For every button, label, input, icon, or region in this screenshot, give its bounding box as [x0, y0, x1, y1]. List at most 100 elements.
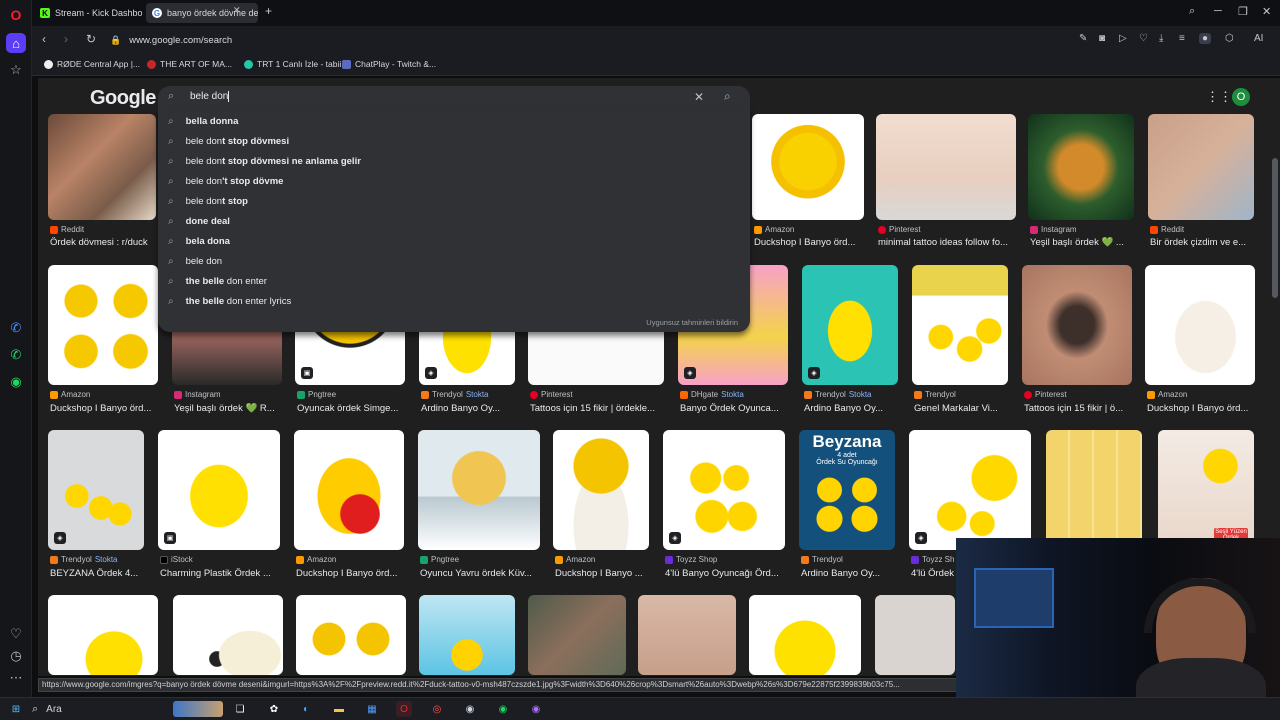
windows-start-icon[interactable]: ⊞ — [8, 701, 24, 717]
app-taskbar-icon[interactable]: ◉ — [528, 701, 544, 717]
result-thumbnail[interactable]: ◈ — [802, 265, 898, 385]
suggestion-item[interactable]: ⌕ bele dont stop dövmesi — [168, 131, 289, 151]
result-thumbnail[interactable]: ◈ — [909, 430, 1031, 550]
edge-icon[interactable]: ◐ — [298, 701, 314, 717]
star-icon[interactable]: ☆ — [6, 60, 26, 80]
clear-search-icon[interactable]: ✕ — [694, 90, 704, 104]
suggestion-item[interactable]: ⌕ bela dona — [168, 231, 230, 251]
store-icon[interactable]: ▦ — [364, 701, 380, 717]
spotify-taskbar-icon[interactable]: ◉ — [495, 701, 511, 717]
result-thumbnail[interactable] — [48, 265, 158, 385]
suggestion-item[interactable]: ⌕ bele don't stop dövme — [168, 171, 283, 191]
result-thumbnail[interactable] — [296, 595, 406, 675]
image-result[interactable] — [173, 595, 283, 675]
result-thumbnail[interactable] — [419, 595, 515, 675]
opera-taskbar-icon[interactable]: O — [396, 701, 412, 717]
result-thumbnail[interactable] — [1145, 265, 1255, 385]
image-result[interactable]: Reddit Bir ördek çizdim ve e... — [1148, 114, 1254, 254]
result-thumbnail[interactable] — [749, 595, 861, 675]
suggestion-item[interactable]: ⌕ bele don — [168, 251, 222, 271]
result-thumbnail[interactable] — [418, 430, 540, 550]
aria-ai-icon[interactable]: AI — [1254, 33, 1263, 44]
account-avatar[interactable]: O — [1232, 88, 1250, 106]
result-thumbnail[interactable] — [875, 595, 955, 675]
image-result[interactable]: Amazon Duckshop I Banyo örd... — [752, 114, 864, 254]
image-result[interactable]: Pinterest minimal tattoo ideas follow fo… — [876, 114, 1016, 254]
result-caption[interactable]: Banyo Ördek Oyunca... — [680, 403, 790, 414]
search-submit-icon[interactable]: ⌕ — [724, 89, 731, 104]
image-result[interactable]: ▣ iStock Charming Plastik Ördek ... — [158, 430, 280, 580]
image-result[interactable] — [749, 595, 861, 675]
result-thumbnail[interactable] — [638, 595, 736, 675]
steam-icon[interactable]: ◉ — [462, 701, 478, 717]
result-thumbnail[interactable] — [1148, 114, 1254, 220]
file-explorer-icon[interactable]: ▬ — [331, 701, 347, 717]
menu-icon[interactable]: ≡ — [1179, 33, 1185, 44]
heart-icon[interactable]: ♡ — [1139, 33, 1148, 44]
result-caption[interactable]: Yeşil başlı ördek 💚 ... — [1030, 237, 1136, 248]
image-result[interactable]: Amazon Duckshop I Banyo örd... — [294, 430, 404, 580]
result-caption[interactable]: Tattoos için 15 fikir | ördekle... — [530, 403, 666, 414]
taskbar-search[interactable]: ⌕ Ara — [32, 701, 172, 718]
minimize-icon[interactable]: ─ — [1214, 5, 1222, 17]
suggestion-item[interactable]: ⌕ the belle don enter lyrics — [168, 291, 291, 311]
result-caption[interactable]: Duckshop I Banyo örd... — [754, 237, 866, 248]
result-thumbnail[interactable] — [48, 595, 158, 675]
google-logo[interactable]: Google — [90, 87, 156, 110]
result-caption[interactable]: Duckshop I Banyo örd... — [296, 568, 406, 579]
back-icon[interactable]: ‹ — [42, 32, 46, 46]
bookmark-rode[interactable]: RØDE Central App |... — [44, 59, 140, 69]
result-caption[interactable]: Ardino Banyo Oy... — [804, 403, 900, 414]
image-result[interactable]: Reddit Ördek dövmesi : r/duck — [48, 114, 156, 254]
profile-icon[interactable]: ● — [1199, 33, 1212, 44]
image-result[interactable]: Amazon Duckshop I Banyo örd... — [48, 265, 158, 415]
result-caption[interactable]: Duckshop I Banyo ... — [555, 568, 651, 579]
result-caption[interactable]: Tattoos için 15 fikir | ö... — [1024, 403, 1134, 414]
image-result[interactable]: ◈ Trendyol Stokta Ardino Banyo Oy... — [802, 265, 898, 415]
edit-icon[interactable]: ✎ — [1079, 33, 1087, 44]
play-icon[interactable]: ▷ — [1119, 33, 1127, 44]
result-thumbnail[interactable] — [912, 265, 1008, 385]
history-icon[interactable]: ◷ — [6, 646, 26, 666]
messenger-icon[interactable]: ✆ — [6, 318, 26, 338]
report-predictions-link[interactable]: Uygunsuz tahminleri bildirin — [646, 318, 738, 327]
new-tab-icon[interactable]: + — [265, 4, 272, 18]
result-caption[interactable]: Ardino Banyo Oy... — [421, 403, 517, 414]
search-tabs-icon[interactable]: ⌕ — [1189, 5, 1195, 18]
image-result[interactable] — [638, 595, 736, 675]
image-result[interactable]: Trendyol Genel Markalar Vi... — [912, 265, 1008, 415]
result-thumbnail[interactable] — [876, 114, 1016, 220]
result-thumbnail[interactable] — [1028, 114, 1134, 220]
copilot-icon[interactable]: ✿ — [266, 701, 282, 717]
result-caption[interactable]: minimal tattoo ideas follow fo... — [878, 237, 1018, 248]
result-caption[interactable]: Genel Markalar Vi... — [914, 403, 1010, 414]
maximize-icon[interactable]: ❐ — [1238, 5, 1248, 18]
result-thumbnail[interactable] — [294, 430, 404, 550]
image-result[interactable] — [419, 595, 515, 675]
close-window-icon[interactable]: ✕ — [1262, 5, 1271, 18]
suggestion-item[interactable]: ⌕ bella donna — [168, 111, 238, 131]
more-icon[interactable]: ⋯ — [6, 668, 26, 688]
result-caption[interactable]: Charming Plastik Ördek ... — [160, 568, 282, 579]
suggestion-item[interactable]: ⌕ the belle don enter — [168, 271, 267, 291]
result-caption[interactable]: Oyuncu Yavru ördek Küv... — [420, 568, 542, 579]
search-input[interactable]: ⌕ bele don ✕ ⌕ — [158, 86, 750, 108]
result-thumbnail[interactable] — [173, 595, 283, 675]
tab-kick-dashboard[interactable]: K Stream - Kick Dashboard — [34, 3, 142, 23]
forward-icon[interactable]: › — [64, 32, 68, 46]
image-result[interactable] — [875, 595, 955, 675]
result-caption[interactable]: Yeşil başlı ördek 💚 R... — [174, 403, 284, 414]
result-thumbnail[interactable]: ▣ — [158, 430, 280, 550]
address-bar[interactable]: 🔒 www.google.com/search — [110, 30, 1210, 50]
camera-icon[interactable]: ◙ — [1099, 33, 1105, 44]
result-caption[interactable]: Ördek dövmesi : r/duck — [50, 237, 158, 248]
result-caption[interactable]: 4'lü Banyo Oyuncağı Örd... — [665, 568, 787, 579]
result-thumbnail[interactable] — [553, 430, 649, 550]
image-result[interactable]: Pinterest Tattoos için 15 fikir | ö... — [1022, 265, 1132, 415]
result-caption[interactable]: Oyuncak ördek Simge... — [297, 403, 407, 414]
opera-logo-icon[interactable]: O — [6, 5, 26, 25]
result-caption[interactable]: Duckshop I Banyo örd... — [50, 403, 160, 414]
task-view-icon[interactable]: ❏ — [232, 701, 248, 717]
image-result[interactable]: Amazon Duckshop I Banyo örd... — [1145, 265, 1255, 415]
image-result[interactable]: Beyzana 4 adet Ördek Su Oyuncağı Trendyo… — [799, 430, 895, 580]
